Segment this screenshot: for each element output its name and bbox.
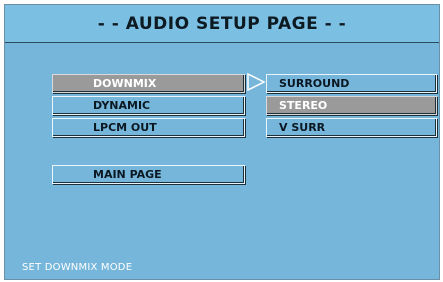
page-title: - - AUDIO SETUP PAGE - - bbox=[5, 5, 439, 43]
main-page-button[interactable]: MAIN PAGE bbox=[52, 165, 245, 184]
menu-item-dynamic[interactable]: DYNAMIC bbox=[52, 96, 245, 115]
submenu-option-surround[interactable]: SURROUND bbox=[266, 74, 437, 93]
submenu-option-v-surr[interactable]: V SURR bbox=[266, 118, 437, 137]
status-text: SET DOWNMIX MODE bbox=[22, 262, 133, 273]
audio-setup-screen: - - AUDIO SETUP PAGE - - DOWNMIX DYNAMIC… bbox=[4, 4, 440, 280]
menu-item-downmix[interactable]: DOWNMIX bbox=[52, 74, 245, 93]
submenu-option-stereo[interactable]: STEREO bbox=[266, 96, 437, 115]
menu-item-lpcm-out[interactable]: LPCM OUT bbox=[52, 118, 245, 137]
arrow-right-icon bbox=[247, 72, 266, 92]
